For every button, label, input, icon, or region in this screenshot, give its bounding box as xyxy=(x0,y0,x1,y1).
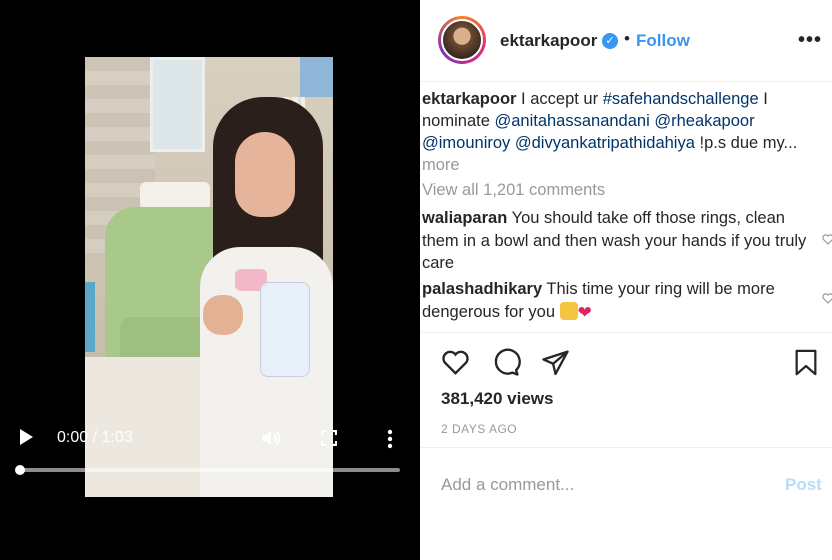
caption: ektarkapoor I accept ur #safehandschalle… xyxy=(422,88,814,176)
save-bookmark-icon[interactable] xyxy=(792,347,820,378)
scene-window xyxy=(150,57,205,152)
comment: waliaparan You should take off those rin… xyxy=(422,207,814,275)
avatar[interactable] xyxy=(441,19,483,61)
more-options-icon[interactable]: ••• xyxy=(798,29,822,52)
video-player[interactable]: 0:00 / 1:03 xyxy=(0,0,420,560)
caption-username[interactable]: ektarkapoor xyxy=(422,90,516,108)
caption-text: I accept ur xyxy=(516,90,603,108)
post-actions: 381,420 views 2 DAYS AGO xyxy=(420,332,832,448)
share-send-icon[interactable] xyxy=(540,348,571,377)
comment: palashadhikary This time your ring will … xyxy=(422,278,814,324)
mention-link[interactable]: @imouniroy xyxy=(422,134,510,152)
video-time: 0:00 / 1:03 xyxy=(57,429,133,446)
scene-hand xyxy=(203,295,243,335)
scene-towel xyxy=(140,182,210,210)
play-icon[interactable] xyxy=(20,429,33,445)
mention-link[interactable]: @rheakapoor xyxy=(654,112,754,130)
view-all-comments-link[interactable]: View all 1,201 comments xyxy=(422,181,605,200)
scene-window-blue xyxy=(300,57,333,97)
volume-icon[interactable] xyxy=(261,429,281,447)
more-link[interactable]: more xyxy=(422,156,460,174)
scene-bottle xyxy=(85,282,95,352)
instagram-post-modal: 0:00 / 1:03 ektarkapoor ✓ • Follow ••• e… xyxy=(0,0,832,560)
like-heart-icon[interactable] xyxy=(440,347,471,377)
post-header: ektarkapoor ✓ • Follow ••• xyxy=(420,0,832,82)
hashtag-link[interactable]: #safehandschallenge xyxy=(603,90,759,108)
post-date[interactable]: 2 DAYS AGO xyxy=(441,422,517,436)
comment-username[interactable]: waliaparan xyxy=(422,209,507,227)
fullscreen-icon[interactable] xyxy=(321,430,337,446)
follow-button[interactable]: Follow xyxy=(636,31,690,51)
scene-person-face xyxy=(235,132,295,217)
post-side-panel: ektarkapoor ✓ • Follow ••• ektarkapoor I… xyxy=(420,0,832,560)
verified-badge-icon: ✓ xyxy=(602,33,618,49)
separator-dot: • xyxy=(624,29,630,48)
comment-username[interactable]: palashadhikary xyxy=(422,280,542,298)
mention-link[interactable]: @divyankatripathidahiya xyxy=(515,134,695,152)
raised-hands-emoji-icon xyxy=(559,301,578,320)
kebab-menu-icon[interactable] xyxy=(385,429,395,449)
caption-text: !p.s due my... xyxy=(694,134,798,152)
comment-bubble-icon[interactable] xyxy=(490,347,521,377)
post-comment-button[interactable]: Post xyxy=(785,475,822,495)
mention-link[interactable]: @anitahassanandani xyxy=(494,112,649,130)
comment-like-icon[interactable] xyxy=(822,233,832,245)
comment-like-icon[interactable] xyxy=(822,292,832,304)
video-progress-bar[interactable] xyxy=(18,468,400,472)
red-heart-emoji-icon: ❤ xyxy=(577,302,592,322)
scene-soap-bottle xyxy=(260,282,310,377)
video-scrub-handle[interactable] xyxy=(15,465,25,475)
views-count[interactable]: 381,420 views xyxy=(441,389,553,409)
username[interactable]: ektarkapoor xyxy=(500,31,597,51)
comment-input[interactable]: Add a comment... xyxy=(441,475,574,495)
